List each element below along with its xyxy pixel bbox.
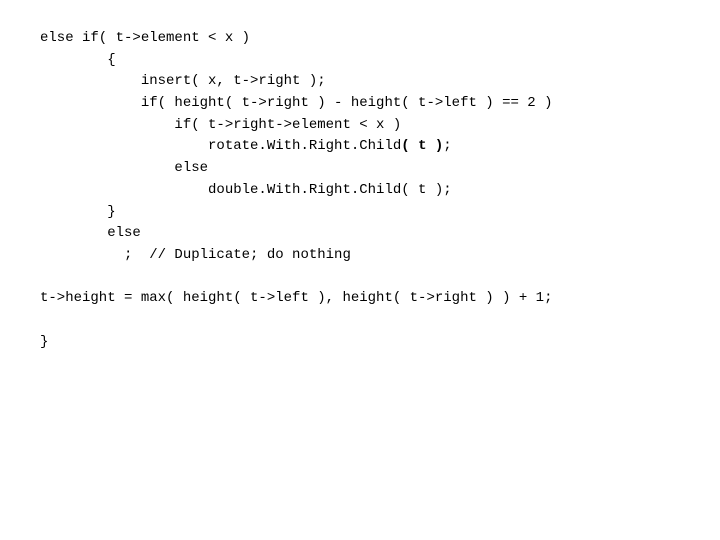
code-line: ; [443, 138, 451, 154]
code-bold-segment: ( t ) [401, 138, 443, 154]
code-line: else if( t->element < x ) [40, 30, 250, 46]
code-block: else if( t->element < x ) { insert( x, t… [0, 0, 720, 353]
code-line: { [40, 52, 116, 68]
code-line: else [40, 160, 208, 176]
code-line: if( height( t->right ) - height( t->left… [40, 95, 552, 111]
code-line: t->height = max( height( t->left ), heig… [40, 290, 552, 306]
code-line: rotate.With.Right.Child [40, 138, 401, 154]
code-line: ; // Duplicate; do nothing [40, 247, 351, 263]
code-line: else [40, 225, 141, 241]
code-line: insert( x, t->right ); [40, 73, 326, 89]
code-line: if( t->right->element < x ) [40, 117, 401, 133]
code-line: double.With.Right.Child( t ); [40, 182, 452, 198]
code-line: } [40, 204, 116, 220]
code-line: } [40, 334, 48, 350]
